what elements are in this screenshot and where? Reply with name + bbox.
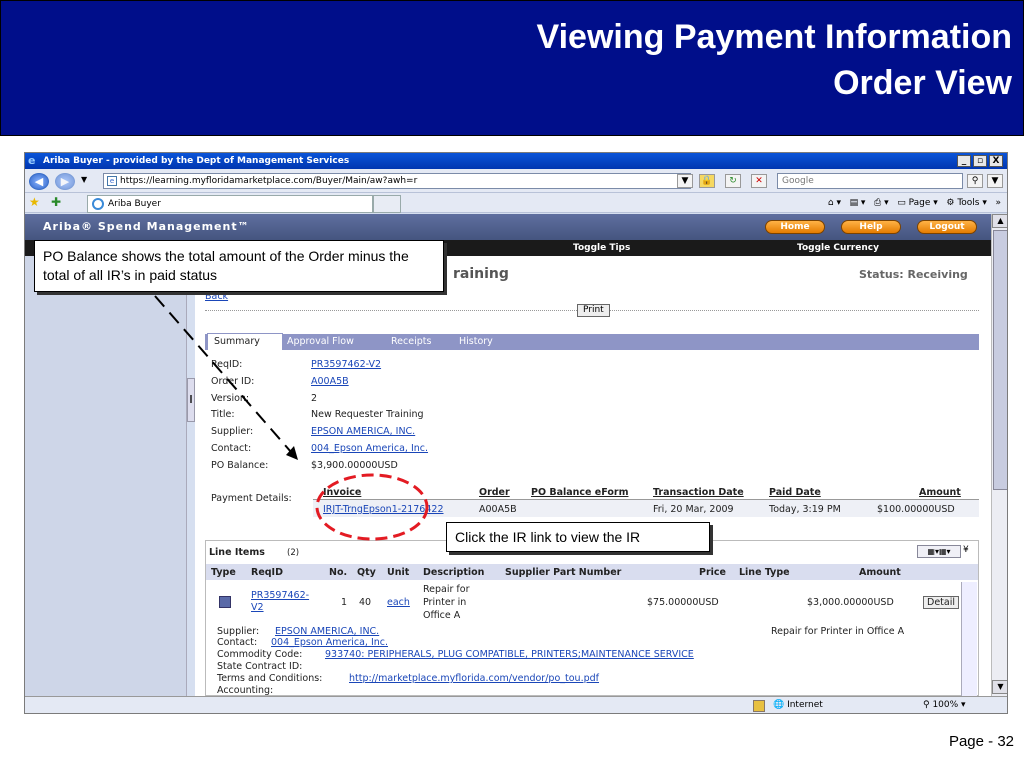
invoice-highlight-circle xyxy=(315,473,429,541)
ir-link-callout: Click the IR link to view the IR xyxy=(446,522,710,552)
callout-pointer-line xyxy=(154,295,299,461)
page-number: Page - 32 xyxy=(948,733,1014,750)
annotation-overlay xyxy=(154,295,429,541)
po-balance-callout: PO Balance shows the total amount of the… xyxy=(34,240,444,292)
